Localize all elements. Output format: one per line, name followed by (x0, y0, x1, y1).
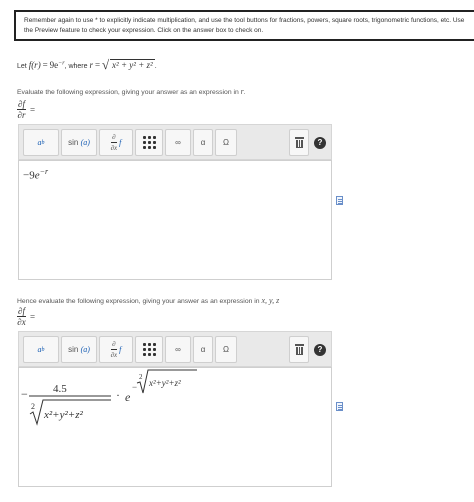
sqrt-expression: √ x² + y² + z² (102, 57, 155, 72)
partial-derivative-button[interactable]: ∂ ∂x f (99, 129, 133, 156)
instruction-1-end: . (243, 89, 246, 96)
answer-2-exp-radicand: x²+y²+z² (148, 378, 181, 388)
notice-text: Remember again to use * to explicitly in… (24, 17, 465, 34)
help-button[interactable]: ? (311, 336, 329, 363)
infinity-button[interactable]: ∞ (165, 129, 191, 156)
answer-2-exp-minus: − (132, 382, 137, 392)
deriv-2-den: ∂x (17, 317, 26, 327)
omega-symbol: Ω (223, 138, 229, 147)
where-label: where (68, 63, 88, 70)
answer-2-numerator: 4.5 (53, 383, 67, 395)
power-button[interactable]: ab (23, 129, 59, 156)
help-icon: ? (314, 343, 326, 356)
question-statement: Let f(r) = 9e−r, where r = √ x² + y² + z²… (17, 57, 157, 72)
trash-icon (294, 344, 304, 355)
deriv-2-num: ∂f (17, 306, 26, 317)
instruction-2-text: Hence evaluate the following expression,… (17, 298, 260, 305)
r-variable: r (89, 60, 94, 70)
clear-button[interactable] (289, 336, 309, 363)
matrix-grid-icon (142, 136, 156, 149)
radicand: x² + y² + z² (110, 59, 155, 70)
partial-f: f (119, 138, 122, 147)
instruction-2-vars: x, y, z (261, 296, 280, 305)
equals-sign: = (42, 60, 48, 70)
answer-2-root-index: 2 (31, 402, 35, 411)
omega-symbol: Ω (223, 345, 229, 354)
sin-arg: (a) (80, 138, 90, 147)
partial-frac: ∂ ∂x (111, 132, 118, 153)
sin-label: sin (68, 138, 79, 147)
infinity-button[interactable]: ∞ (165, 336, 191, 363)
matrix-button[interactable] (135, 129, 163, 156)
power-exp: b (41, 346, 45, 353)
deriv-1-den: ∂r (17, 110, 26, 120)
let-label: Let (17, 63, 27, 70)
sin-arg: (a) (80, 345, 90, 354)
help-icon: ? (314, 136, 326, 149)
answer-1-exponent: −r (39, 167, 49, 176)
answer-box-2[interactable]: − 4.5 2 x²+y²+z² · e − 2 x²+y²+z² (18, 367, 332, 487)
function-name: f(r) (28, 60, 41, 70)
alpha-symbol: α (200, 138, 206, 147)
infinity-symbol: ∞ (175, 138, 181, 147)
answer-2-expression: − 4.5 2 x²+y²+z² · e − 2 x²+y²+z² (21, 369, 197, 426)
notice-box: Remember again to use * to explicitly in… (14, 10, 474, 41)
deriv-1-num: ∂f (17, 99, 26, 110)
deriv-1-eq: = (29, 104, 36, 115)
power-button[interactable]: ab (23, 336, 59, 363)
power-exp: b (41, 139, 45, 146)
period: . (154, 63, 157, 70)
answer-2-exp-root-index: 2 (139, 373, 143, 381)
answer-1-expression: −9e−r (23, 167, 48, 182)
partial-den: ∂x (110, 351, 118, 359)
answer-box-1[interactable]: −9e−r (18, 160, 332, 280)
document-preview-icon[interactable] (336, 196, 343, 205)
sin-button[interactable]: sin (a) (61, 336, 97, 363)
derivative-1: ∂f ∂r = (17, 99, 35, 120)
infinity-symbol: ∞ (175, 345, 181, 354)
deriv-1-fraction: ∂f ∂r (17, 99, 26, 120)
alpha-button[interactable]: α (193, 129, 213, 156)
answer-1-prefix: −9 (23, 169, 35, 182)
comma: , (64, 63, 67, 70)
matrix-grid-icon (142, 343, 156, 356)
deriv-2-fraction: ∂f ∂x (17, 306, 26, 327)
omega-button[interactable]: Ω (215, 336, 237, 363)
partial-derivative-button[interactable]: ∂ ∂x f (99, 336, 133, 363)
sin-label: sin (68, 345, 79, 354)
help-label: ? (317, 138, 323, 147)
partial-frac: ∂ ∂x (111, 339, 118, 360)
math-toolbar-2: ab sin (a) ∂ ∂x f ∞ α Ω ? (18, 331, 332, 367)
derivative-2: ∂f ∂x = (17, 306, 35, 327)
partial-num: ∂ (111, 133, 117, 143)
matrix-button[interactable] (135, 336, 163, 363)
partial-f: f (119, 345, 122, 354)
partial-den: ∂x (110, 144, 118, 152)
help-label: ? (317, 345, 323, 354)
alpha-button[interactable]: α (193, 336, 213, 363)
answer-2-minus: − (21, 387, 28, 401)
answer-2-radicand: x²+y²+z² (43, 409, 83, 421)
answer-2-dot: · (116, 388, 120, 402)
sin-button[interactable]: sin (a) (61, 129, 97, 156)
instruction-2: Hence evaluate the following expression,… (17, 296, 279, 305)
deriv-2-eq: = (29, 311, 36, 322)
trash-icon (294, 137, 304, 148)
partial-num: ∂ (111, 340, 117, 350)
alpha-symbol: α (200, 345, 206, 354)
help-button[interactable]: ? (311, 129, 329, 156)
clear-button[interactable] (289, 129, 309, 156)
instruction-1-text: Evaluate the following expression, givin… (17, 89, 239, 96)
math-toolbar-1: ab sin (a) ∂ ∂x f ∞ α Ω ? (18, 124, 332, 160)
document-preview-icon[interactable] (336, 402, 343, 411)
omega-button[interactable]: Ω (215, 129, 237, 156)
instruction-1: Evaluate the following expression, givin… (17, 87, 246, 96)
answer-2-base: e (125, 390, 131, 404)
